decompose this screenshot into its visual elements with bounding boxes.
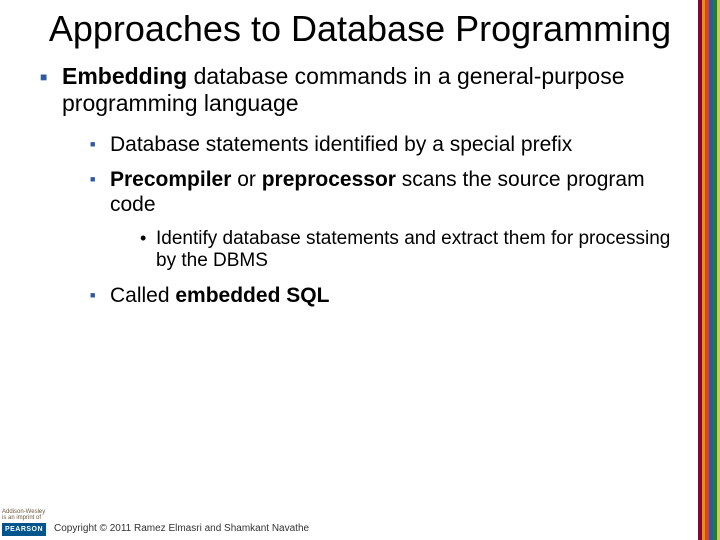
slide-footer: Addison-Wesley is an imprint of PEARSON … bbox=[0, 506, 720, 540]
bullet-text-bold: preprocessor bbox=[262, 168, 396, 191]
bullet-text: or bbox=[231, 168, 261, 191]
logo-caption: Addison-Wesley is an imprint of bbox=[2, 509, 50, 521]
bullet-text-bold: embedded SQL bbox=[175, 284, 329, 307]
bullet-l2: Database statements identified by a spec… bbox=[90, 132, 682, 157]
bullet-text: Database statements identified by a spec… bbox=[110, 133, 572, 156]
slide: Approaches to Database Programming Embed… bbox=[0, 0, 720, 540]
bullet-l1: Embedding database commands in a general… bbox=[38, 63, 682, 309]
slide-content: Embedding database commands in a general… bbox=[0, 63, 720, 309]
publisher-logo: Addison-Wesley is an imprint of PEARSON bbox=[2, 509, 50, 536]
bullet-text: Identify database statements and extract… bbox=[156, 228, 670, 272]
bullet-text: Called bbox=[110, 284, 175, 307]
logo-label: PEARSON bbox=[2, 523, 46, 536]
bullet-l3: Identify database statements and extract… bbox=[140, 228, 682, 274]
bullet-text-bold: Precompiler bbox=[110, 168, 231, 191]
bullet-l2: Precompiler or preprocessor scans the so… bbox=[90, 167, 682, 273]
decorative-stripe bbox=[698, 0, 720, 540]
slide-title: Approaches to Database Programming bbox=[30, 10, 690, 49]
copyright-text: Copyright © 2011 Ramez Elmasri and Shamk… bbox=[54, 523, 309, 534]
bullet-text-bold: Embedding bbox=[62, 63, 187, 89]
bullet-l2: Called embedded SQL bbox=[90, 283, 682, 308]
